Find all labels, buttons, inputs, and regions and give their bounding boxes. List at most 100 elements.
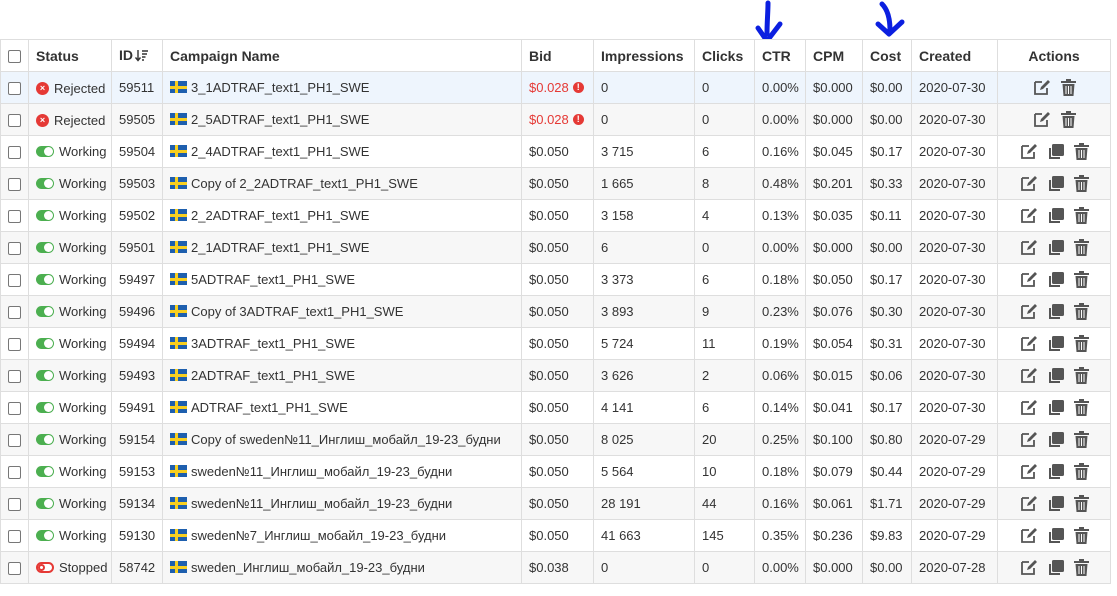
copy-button[interactable] [1048, 399, 1064, 416]
row-checkbox[interactable] [8, 562, 21, 576]
toggle-off-icon[interactable] [36, 561, 54, 573]
edit-button[interactable] [1020, 527, 1038, 544]
table-row[interactable]: Working 59154 Copy of sweden№11_Инглиш_моб… [0, 423, 1111, 456]
ctr-header[interactable]: CTR [754, 39, 806, 72]
table-row[interactable]: Working 59504 2_4ADTRAF_text1_PH1_SWE $0.05… [0, 135, 1111, 168]
edit-button[interactable] [1020, 559, 1038, 576]
campaign-name-header[interactable]: Campaign Name [162, 39, 522, 72]
delete-button[interactable] [1073, 431, 1089, 449]
delete-button[interactable] [1073, 559, 1089, 577]
campaign-name[interactable]: sweden№11_Инглиш_мобайл_19-23_будни [191, 464, 452, 479]
row-checkbox[interactable] [8, 242, 21, 256]
row-checkbox[interactable] [8, 402, 21, 416]
row-checkbox[interactable] [8, 466, 21, 480]
campaign-name-cell[interactable]: Copy of sweden№11_Инглиш_мобайл_19-23_бу… [162, 423, 522, 456]
campaign-name[interactable]: sweden№7_Инглиш_мобайл_19-23_будни [191, 528, 446, 543]
campaign-name-cell[interactable]: sweden_Инглиш_мобайл_19-23_будни [162, 551, 522, 584]
delete-button[interactable] [1073, 495, 1089, 513]
edit-button[interactable] [1020, 399, 1038, 416]
campaign-name[interactable]: 3ADTRAF_text1_PH1_SWE [191, 336, 355, 351]
toggle-on-icon[interactable] [36, 305, 54, 317]
campaign-name-cell[interactable]: Copy of 2_2ADTRAF_text1_PH1_SWE [162, 167, 522, 200]
toggle-on-icon[interactable] [36, 433, 54, 445]
cpm-header[interactable]: CPM [805, 39, 863, 72]
created-header[interactable]: Created [911, 39, 998, 72]
campaign-name[interactable]: sweden№11_Инглиш_мобайл_19-23_будни [191, 496, 452, 511]
campaign-name-cell[interactable]: 3ADTRAF_text1_PH1_SWE [162, 327, 522, 360]
toggle-on-icon[interactable] [36, 465, 54, 477]
campaign-name[interactable]: 3_1ADTRAF_text1_PH1_SWE [191, 80, 369, 95]
table-row[interactable]: Working 59501 2_1ADTRAF_text1_PH1_SWE $0.05… [0, 231, 1111, 264]
row-checkbox[interactable] [8, 210, 21, 224]
delete-button[interactable] [1073, 463, 1089, 481]
row-checkbox[interactable] [8, 434, 21, 448]
bid-header[interactable]: Bid [521, 39, 594, 72]
edit-button[interactable] [1020, 367, 1038, 384]
warning-icon[interactable]: ! [572, 82, 584, 93]
copy-button[interactable] [1048, 431, 1064, 448]
copy-button[interactable] [1048, 495, 1064, 512]
campaign-name[interactable]: 2ADTRAF_text1_PH1_SWE [191, 368, 355, 383]
campaign-name-cell[interactable]: sweden№11_Инглиш_мобайл_19-23_будни [162, 487, 522, 520]
toggle-on-icon[interactable] [36, 529, 54, 541]
row-checkbox[interactable] [8, 338, 21, 352]
toggle-on-icon[interactable] [36, 273, 54, 285]
edit-button[interactable] [1020, 463, 1038, 480]
delete-button[interactable] [1073, 303, 1089, 321]
campaign-name[interactable]: 2_2ADTRAF_text1_PH1_SWE [191, 208, 369, 223]
toggle-on-icon[interactable] [36, 369, 54, 381]
sort-descending-icon[interactable] [134, 49, 149, 65]
table-row[interactable]: Working 59130 sweden№7_Инглиш_мобайл_19-23… [0, 519, 1111, 552]
row-checkbox[interactable] [8, 370, 21, 384]
delete-button[interactable] [1073, 271, 1089, 289]
toggle-on-icon[interactable] [36, 401, 54, 413]
delete-button[interactable] [1073, 175, 1089, 193]
edit-button[interactable] [1020, 175, 1038, 192]
table-row[interactable]: × Rejected 59511 3_1ADTRAF_text1_PH1_SWE $0.… [0, 71, 1111, 104]
row-checkbox[interactable] [8, 306, 21, 320]
table-row[interactable]: Working 59502 2_2ADTRAF_text1_PH1_SWE $0.05… [0, 199, 1111, 232]
edit-button[interactable] [1020, 271, 1038, 288]
campaign-name-cell[interactable]: 2ADTRAF_text1_PH1_SWE [162, 359, 522, 392]
row-checkbox[interactable] [8, 498, 21, 512]
edit-button[interactable] [1033, 111, 1051, 128]
delete-button[interactable] [1073, 143, 1089, 161]
table-row[interactable]: Working 59153 sweden№11_Инглиш_мобайл_19-2… [0, 455, 1111, 488]
delete-button[interactable] [1073, 367, 1089, 385]
edit-button[interactable] [1020, 143, 1038, 160]
copy-button[interactable] [1048, 559, 1064, 576]
copy-button[interactable] [1048, 143, 1064, 160]
cost-header[interactable]: Cost [862, 39, 912, 72]
row-checkbox[interactable] [8, 178, 21, 192]
copy-button[interactable] [1048, 463, 1064, 480]
campaign-name-cell[interactable]: 2_4ADTRAF_text1_PH1_SWE [162, 135, 522, 168]
edit-button[interactable] [1020, 207, 1038, 224]
campaign-name[interactable]: Copy of sweden№11_Инглиш_мобайл_19-23_бу… [191, 432, 501, 447]
select-all-checkbox[interactable] [8, 50, 21, 64]
row-checkbox[interactable] [8, 82, 21, 96]
campaign-name[interactable]: 2_4ADTRAF_text1_PH1_SWE [191, 144, 369, 159]
copy-button[interactable] [1048, 335, 1064, 352]
clicks-header[interactable]: Clicks [694, 39, 755, 72]
toggle-on-icon[interactable] [36, 177, 54, 189]
campaign-name-cell[interactable]: 3_1ADTRAF_text1_PH1_SWE [162, 71, 522, 104]
delete-button[interactable] [1060, 111, 1076, 129]
campaign-name[interactable]: 5ADTRAF_text1_PH1_SWE [191, 272, 355, 287]
table-row[interactable]: Working 59134 sweden№11_Инглиш_мобайл_19-2… [0, 487, 1111, 520]
campaign-name-cell[interactable]: 5ADTRAF_text1_PH1_SWE [162, 263, 522, 296]
campaign-name-cell[interactable]: 2_2ADTRAF_text1_PH1_SWE [162, 199, 522, 232]
campaign-name[interactable]: Copy of 2_2ADTRAF_text1_PH1_SWE [191, 176, 418, 191]
table-row[interactable]: Working 59493 2ADTRAF_text1_PH1_SWE $0.050 3… [0, 359, 1111, 392]
row-checkbox[interactable] [8, 530, 21, 544]
edit-button[interactable] [1020, 335, 1038, 352]
copy-button[interactable] [1048, 303, 1064, 320]
warning-icon[interactable]: ! [572, 114, 584, 125]
table-row[interactable]: Working 59496 Copy of 3ADTRAF_text1_PH1_SW… [0, 295, 1111, 328]
copy-button[interactable] [1048, 367, 1064, 384]
status-header[interactable]: Status [28, 39, 112, 72]
toggle-on-icon[interactable] [36, 497, 54, 509]
delete-button[interactable] [1060, 79, 1076, 97]
table-row[interactable]: Working 59491 ADTRAF_text1_PH1_SWE $0.050 4 … [0, 391, 1111, 424]
edit-button[interactable] [1020, 239, 1038, 256]
campaign-name-cell[interactable]: Copy of 3ADTRAF_text1_PH1_SWE [162, 295, 522, 328]
